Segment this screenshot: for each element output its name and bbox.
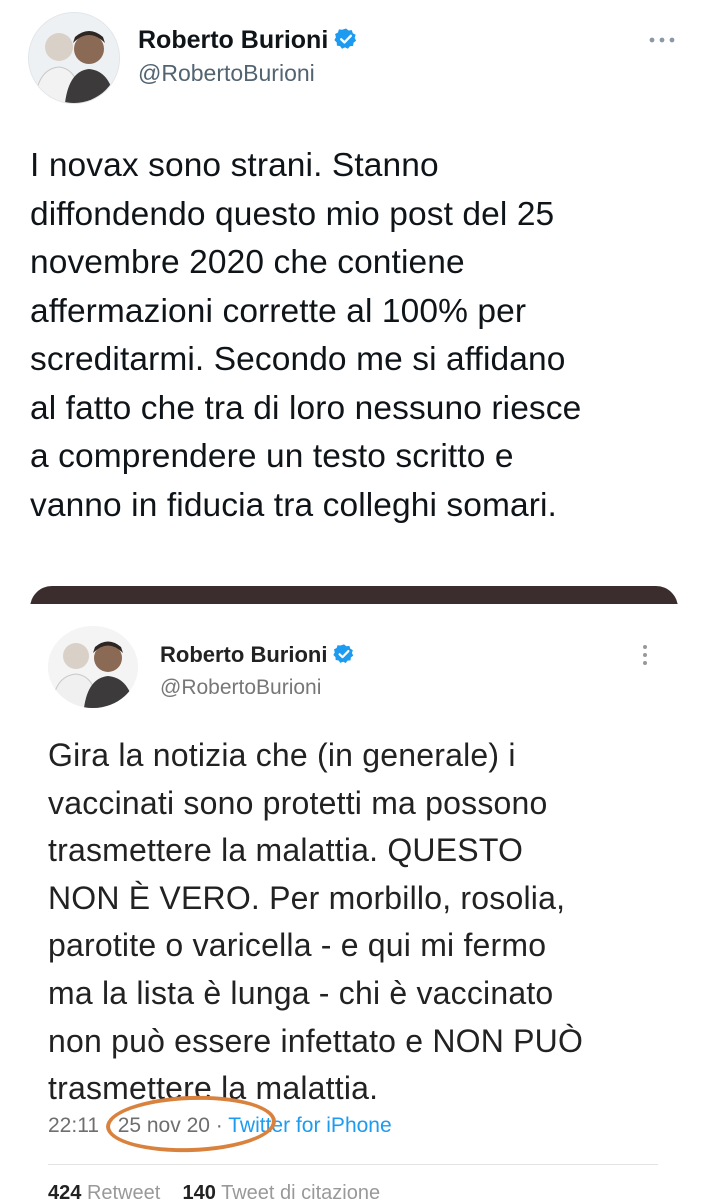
avatar[interactable] [28,12,120,104]
author-handle[interactable]: @RobertoBurioni [138,60,315,87]
verified-badge-icon [334,27,358,58]
image-top-edge [30,586,678,604]
avatar-photo [29,13,119,103]
tweet-text: I novax sono strani. Stanno diffondendo … [30,147,582,524]
quoted-avatar-photo [48,626,138,708]
tweet-header: Roberto Burioni @RobertoBurioni [0,0,707,110]
quoted-author-name: Roberto Burioni [160,642,355,671]
author-name[interactable]: Roberto Burioni [138,26,358,58]
verified-badge-icon [333,643,355,671]
quoted-avatar [48,626,138,708]
quotes-count: 140 [182,1182,216,1200]
quoted-author-name-text: Roberto Burioni [160,642,328,667]
quoted-tweet-image: Roberto Burioni @RobertoBurioni Gira la … [30,586,678,1200]
quoted-author-handle: @RobertoBurioni [160,676,322,699]
divider [48,1164,658,1165]
more-icon [636,642,654,668]
quoted-stats: 424 Retweet 140 Tweet di citazione [48,1182,380,1200]
quoted-tweet-text: Gira la notizia che (in generale) i vacc… [48,737,584,1107]
more-icon[interactable] [640,26,684,54]
retweets-count: 424 [48,1182,82,1200]
quotes-label: Tweet di citazione [221,1182,381,1200]
author-name-text[interactable]: Roberto Burioni [138,26,328,54]
quoted-time: 22:11 [48,1114,99,1137]
retweets-label: Retweet [86,1182,161,1200]
